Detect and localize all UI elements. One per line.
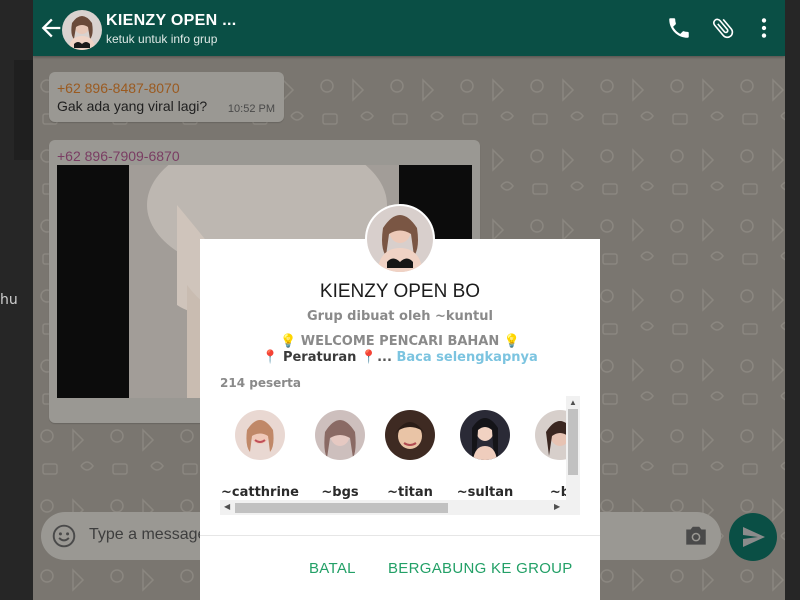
scroll-right-arrow-icon[interactable]: ▶	[554, 502, 560, 511]
member-item[interactable]: ~catthrine	[220, 410, 300, 500]
member-name: ~sultan	[456, 485, 514, 500]
scrollbar-thumb[interactable]	[235, 503, 448, 513]
horizontal-scrollbar[interactable]: ◀ ▶	[220, 500, 580, 515]
member-avatar	[385, 410, 435, 460]
pin-emoji-ellipsis: 📍...	[360, 350, 392, 365]
rules-label: Peraturan	[282, 350, 357, 365]
more-vert-icon[interactable]	[751, 15, 777, 41]
dialog-description-line2: 📍 Peraturan 📍... Baca selengkapnya	[200, 350, 600, 365]
camera-icon[interactable]	[683, 524, 709, 548]
member-item[interactable]: ~sultan	[445, 410, 525, 500]
app-window: hu KIENZY OPEN ... ketuk untuk info grup…	[0, 0, 800, 600]
member-list[interactable]: ~catthrine ~bgs ~titan ~sultan ~b ▲ ◀ ▶	[220, 396, 580, 515]
member-name: ~titan	[387, 485, 433, 500]
message-sender[interactable]: +62 896-7909-6870	[57, 148, 180, 164]
participant-count: 214 peserta	[220, 376, 301, 390]
group-avatar[interactable]	[62, 10, 102, 50]
back-arrow-icon[interactable]	[37, 14, 65, 42]
member-avatar	[235, 410, 285, 460]
member-avatar	[315, 410, 365, 460]
pin-emoji: 📍	[262, 350, 279, 365]
cancel-button[interactable]: BATAL	[309, 560, 356, 577]
dialog-divider	[200, 535, 600, 536]
dialog-group-name: KIENZY OPEN BO	[319, 281, 481, 302]
message-text: Gak ada yang viral lagi?	[57, 98, 208, 114]
member-name: ~bgs	[321, 485, 359, 500]
emoji-icon[interactable]	[51, 523, 77, 549]
left-background-panel: hu	[0, 0, 33, 600]
phone-icon[interactable]	[666, 15, 692, 41]
vertical-scrollbar[interactable]: ▲	[566, 396, 580, 500]
chat-header: KIENZY OPEN ... ketuk untuk info grup	[33, 0, 785, 56]
message-sender[interactable]: +62 896-8487-8070	[57, 80, 180, 96]
send-icon	[743, 527, 765, 547]
member-item[interactable]: ~bgs	[300, 410, 380, 500]
message-bubble[interactable]: +62 896-8487-8070 Gak ada yang viral lag…	[49, 72, 284, 122]
scroll-up-arrow-icon[interactable]: ▲	[569, 398, 577, 407]
message-time: 10:52 PM	[227, 103, 275, 115]
member-name: ~catthrine	[221, 485, 299, 500]
group-info-hint[interactable]: ketuk untuk info grup	[106, 32, 217, 46]
background-text-fragment: hu	[0, 292, 18, 308]
member-avatar	[460, 410, 510, 460]
scroll-left-arrow-icon[interactable]: ◀	[224, 502, 230, 511]
join-group-dialog: KIENZY OPEN BO Grup dibuat oleh ~kuntul …	[200, 239, 600, 600]
right-background-panel	[785, 0, 800, 600]
join-group-button[interactable]: BERGABUNG KE GROUP	[388, 560, 573, 577]
group-title[interactable]: KIENZY OPEN ...	[106, 12, 236, 30]
member-item[interactable]: ~titan	[370, 410, 450, 500]
panel-shade	[14, 60, 33, 160]
scrollbar-thumb[interactable]	[568, 409, 578, 475]
paperclip-icon[interactable]	[710, 15, 736, 41]
dialog-creator: Grup dibuat oleh ~kuntul	[307, 309, 493, 324]
send-button[interactable]	[729, 513, 777, 561]
message-input[interactable]: Type a message	[89, 526, 206, 544]
read-more-link[interactable]: Baca selengkapnya	[396, 350, 537, 365]
dialog-description-line1: 💡 WELCOME PENCARI BAHAN 💡	[280, 334, 520, 349]
dialog-group-avatar	[365, 204, 435, 274]
